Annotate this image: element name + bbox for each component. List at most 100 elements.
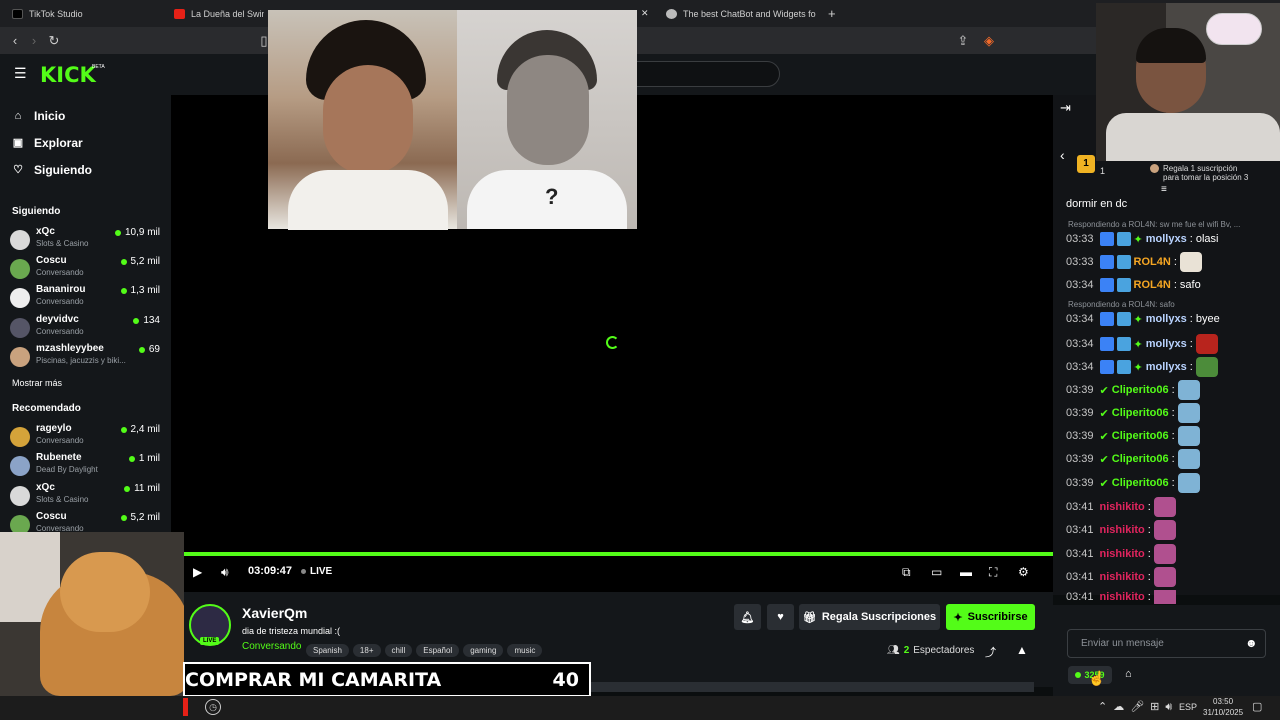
theater-mode-icon[interactable]: ▬	[960, 565, 972, 579]
message-text: :	[1147, 591, 1151, 603]
live-dot-icon	[124, 485, 131, 492]
gift-subs-label: Regala Suscripciones	[821, 611, 937, 623]
sidebar-channel[interactable]: Rubenete Dead By Daylight 1 mil	[10, 452, 160, 480]
message-user[interactable]: mollyxs	[1146, 233, 1187, 245]
filter-icon[interactable]: ≡	[1161, 184, 1167, 195]
channel-name[interactable]: XavierQm	[242, 605, 307, 621]
sidebar-channel[interactable]: xQc Slots & Casino 11 mil	[10, 482, 160, 510]
share-icon[interactable]: ⤴	[985, 644, 996, 660]
chat-message-input[interactable]: Enviar un mensaje ☻	[1067, 629, 1266, 658]
tag[interactable]: chill	[384, 644, 413, 657]
reload-icon[interactable]: ↻	[45, 32, 63, 50]
viewer-count: 134	[133, 315, 160, 326]
heart-icon: ♡	[13, 164, 23, 176]
browser-tab-bar: TikTok Studio La Dueña del Swing - ✕ The…	[0, 0, 1280, 27]
share-icon[interactable]: ⇪	[954, 32, 972, 50]
message-user[interactable]: Cliperito06	[1112, 430, 1169, 442]
miniplayer-icon[interactable]: ▭	[931, 565, 942, 579]
message-user[interactable]: mollyxs	[1146, 361, 1187, 373]
sidebar-channel[interactable]: rageylo Conversando 2,4 mil	[10, 423, 160, 451]
message-user[interactable]: nishikito	[1100, 524, 1145, 536]
tag[interactable]: gaming	[463, 644, 504, 657]
tag[interactable]: Español	[416, 644, 460, 657]
notification-icon[interactable]: ▢	[1252, 700, 1262, 713]
banner-number: 40	[552, 668, 579, 691]
back-icon[interactable]: ‹	[6, 32, 24, 50]
volume-icon[interactable]: 🔊︎	[221, 565, 229, 580]
chevron-left-icon[interactable]: ‹	[1060, 147, 1065, 163]
channel-category: Piscinas, jacuzzis y biki...	[36, 356, 126, 365]
og-badge-icon	[1116, 255, 1131, 269]
tag[interactable]: Spanish	[306, 644, 349, 657]
close-tab-icon[interactable]: ✕	[641, 4, 651, 23]
tiktok-icon	[12, 8, 23, 19]
message-text: :	[1171, 477, 1175, 489]
fullscreen-icon[interactable]: ⛶	[989, 565, 997, 580]
message-user[interactable]: mollyxs	[1146, 338, 1187, 350]
play-icon[interactable]: ▶	[193, 565, 202, 579]
channel-category: Conversando	[36, 436, 84, 445]
follow-heart-button[interactable]: ♥	[767, 604, 794, 630]
forward-icon[interactable]: ›	[25, 32, 43, 50]
sidebar-channel[interactable]: Bananirou Conversando 1,3 mil	[10, 284, 160, 312]
stream-category[interactable]: Conversando	[242, 641, 301, 652]
emote-icon	[1179, 252, 1202, 272]
message-user[interactable]: nishikito	[1100, 501, 1145, 513]
message-text: :	[1189, 361, 1193, 373]
report-warning-icon[interactable]: ▲	[1016, 643, 1028, 657]
sidebar-channel[interactable]: xQc Slots & Casino 10,9 mil	[10, 226, 160, 254]
emote-icon	[1177, 403, 1200, 423]
message-user[interactable]: nishikito	[1100, 571, 1145, 583]
message-user[interactable]: nishikito	[1100, 548, 1145, 560]
gift-subs-button[interactable]: 🎁︎ Regala Suscripciones	[799, 604, 940, 630]
tab-chatbot[interactable]: The best ChatBot and Widgets for Ki	[666, 4, 816, 23]
settings-gear-icon[interactable]: ⚙	[1018, 565, 1029, 579]
stream-title: dia de tristeza mundial :(	[242, 626, 341, 636]
message-user[interactable]: ROL4N	[1134, 279, 1171, 291]
obs-app-icon[interactable]: ◷	[205, 699, 221, 715]
message-user[interactable]: Cliperito06	[1112, 407, 1169, 419]
collapse-chat-icon[interactable]: ⇥	[1060, 100, 1071, 116]
chat-message: 03:33 ROL4N:	[1066, 252, 1202, 272]
clock[interactable]: 03:50 31/10/2025	[1203, 696, 1243, 718]
tab-title: The best ChatBot and Widgets for Ki	[683, 8, 816, 19]
message-time: 03:41	[1066, 548, 1094, 560]
emoji-icon[interactable]: ☻	[1245, 636, 1258, 650]
gift-prompt[interactable]: Regala 1 suscripción para tomar la posic…	[1163, 164, 1248, 182]
store-icon[interactable]: ⌂	[1125, 668, 1132, 680]
mouse-cursor-icon: ☝	[1088, 670, 1106, 686]
nav-explorar[interactable]: ▣ Explorar	[12, 136, 83, 150]
message-user[interactable]: Cliperito06	[1112, 477, 1169, 489]
youtube-app-icon[interactable]	[183, 698, 188, 716]
sidebar-channel[interactable]: Coscu Conversando 5,2 mil	[10, 255, 160, 283]
message-user[interactable]: nishikito	[1100, 591, 1145, 603]
show-more-link[interactable]: Mostrar más	[12, 378, 62, 388]
new-tab-button[interactable]: +	[828, 4, 840, 23]
nav-inicio[interactable]: ⌂ Inicio	[12, 109, 66, 123]
kick-logo[interactable]: KICK	[40, 63, 96, 87]
sidebar-channel[interactable]: mzashleyybee Piscinas, jacuzzis y biki..…	[10, 343, 160, 371]
notification-bell-button[interactable]: 🔔︎	[734, 604, 761, 630]
tag[interactable]: music	[507, 644, 543, 657]
sidebar-channel[interactable]: deyvidvc Conversando 134	[10, 314, 160, 342]
subscribe-button[interactable]: ✦ Suscribirse	[946, 604, 1035, 630]
gift-prompt-line2: para tomar la posición 3	[1163, 173, 1249, 182]
pip-icon[interactable]: ⧉	[902, 565, 911, 580]
menu-icon[interactable]: ☰	[14, 66, 28, 80]
message-user[interactable]: Cliperito06	[1112, 384, 1169, 396]
system-tray-icons[interactable]: ⌃☁🎤︎⊞🔊︎	[1098, 700, 1178, 714]
tab-tiktok-studio[interactable]: TikTok Studio	[12, 4, 162, 23]
message-user[interactable]: ROL4N	[1134, 256, 1171, 268]
moderator-badge-icon	[1099, 278, 1114, 292]
message-user[interactable]: Cliperito06	[1112, 453, 1169, 465]
brave-shield-icon[interactable]: ◈	[980, 32, 998, 50]
tab-youtube[interactable]: La Dueña del Swing -	[174, 4, 264, 23]
verified-badge-icon: ✔	[1099, 453, 1109, 466]
message-user[interactable]: mollyxs	[1146, 313, 1187, 325]
reply-context: Respondiendo a ROL4N: sw me fue el wifi …	[1068, 220, 1241, 229]
language-indicator[interactable]: ESP	[1179, 702, 1197, 712]
message-text: : byee	[1189, 313, 1220, 325]
nav-siguiendo[interactable]: ♡ Siguiendo	[12, 163, 92, 177]
tag[interactable]: 18+	[352, 644, 381, 657]
viewer-count: 10,9 mil	[114, 227, 160, 238]
